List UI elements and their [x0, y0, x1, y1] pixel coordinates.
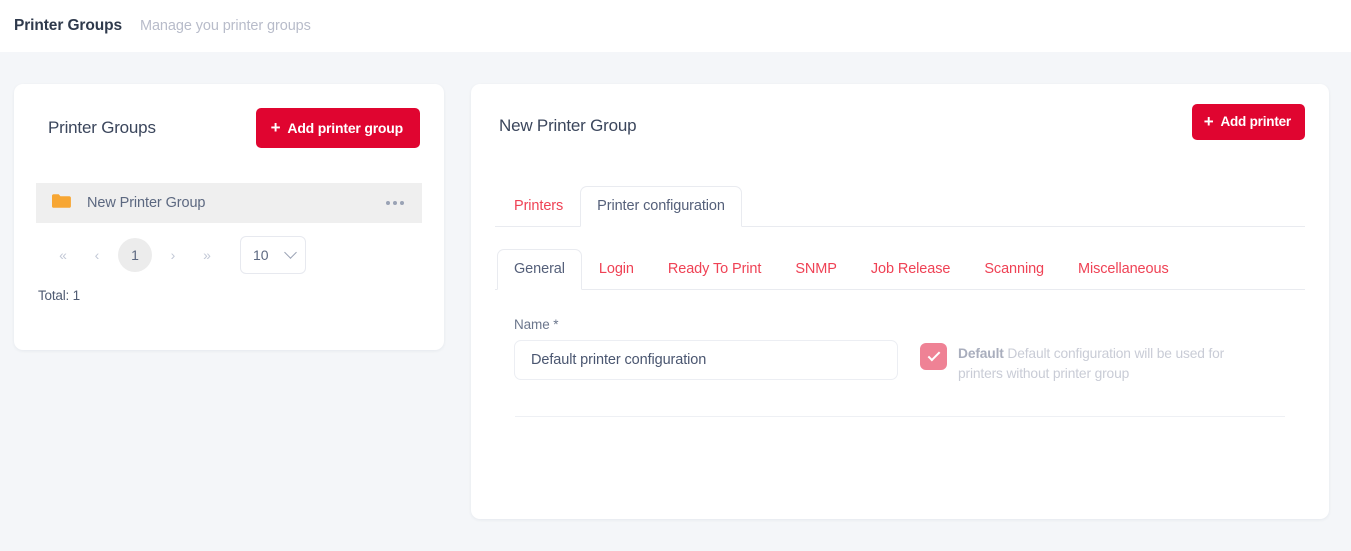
pagination-page-1[interactable]: 1: [118, 238, 152, 272]
pagination-first-button[interactable]: «: [46, 247, 80, 263]
page-size-select[interactable]: 10: [240, 236, 306, 274]
pagination-next-button[interactable]: ›: [156, 247, 190, 263]
check-icon: [927, 348, 940, 361]
pagination: « ‹ 1 › » 10: [36, 236, 422, 274]
pagination-prev-button[interactable]: ‹: [80, 247, 114, 263]
detail-card-header: New Printer Group + Add printer: [495, 104, 1305, 150]
printer-groups-card-header: Printer Groups + Add printer group: [36, 106, 422, 150]
printer-groups-card: Printer Groups + Add printer group New P…: [14, 84, 444, 350]
add-printer-group-button[interactable]: + Add printer group: [255, 108, 420, 148]
default-checkbox[interactable]: [920, 343, 947, 370]
chevron-down-icon: [284, 245, 297, 259]
name-field-group: Name *: [514, 317, 898, 380]
pagination-last-button[interactable]: »: [190, 247, 224, 263]
default-checkbox-label: Default: [958, 346, 1004, 361]
total-count-label: Total: 1: [38, 288, 80, 303]
add-printer-group-label: Add printer group: [287, 119, 403, 136]
default-checkbox-group: Default Default configuration will be us…: [920, 343, 1270, 384]
name-field-label: Name *: [514, 317, 559, 332]
subtab-job-release[interactable]: Job Release: [854, 249, 968, 290]
name-input[interactable]: [514, 340, 898, 380]
configuration-subtabs: General Login Ready To Print SNMP Job Re…: [495, 249, 1305, 290]
subtab-miscellaneous[interactable]: Miscellaneous: [1061, 249, 1186, 290]
add-printer-label: Add printer: [1220, 114, 1291, 129]
printer-group-detail-card: New Printer Group + Add printer Printers…: [471, 84, 1329, 519]
form-divider: [515, 416, 1285, 417]
subtab-ready-to-print[interactable]: Ready To Print: [651, 249, 778, 290]
printer-group-list: New Printer Group « ‹ 1 › » 10 Total: 1: [36, 183, 422, 303]
more-options-icon[interactable]: [386, 201, 404, 205]
page-title: Printer Groups: [14, 17, 122, 34]
general-form: Name * Default Default configuration wil…: [495, 317, 1305, 384]
subtab-general[interactable]: General: [497, 249, 582, 290]
tab-printers[interactable]: Printers: [497, 186, 580, 227]
main-content: Printer Groups + Add printer group New P…: [0, 52, 1351, 551]
page-size-value: 10: [253, 247, 269, 263]
plus-icon: +: [1203, 111, 1214, 131]
folder-icon: [52, 193, 71, 214]
page-subtitle: Manage you printer groups: [139, 18, 311, 34]
subtab-snmp[interactable]: SNMP: [778, 249, 854, 290]
tab-printer-configuration[interactable]: Printer configuration: [580, 186, 742, 227]
subtab-login[interactable]: Login: [582, 249, 651, 290]
plus-icon: +: [270, 117, 281, 137]
subtab-scanning[interactable]: Scanning: [967, 249, 1061, 290]
printer-group-name-title: New Printer Group: [499, 116, 637, 135]
detail-tabs: Printers Printer configuration: [495, 186, 1305, 227]
default-checkbox-text: Default Default configuration will be us…: [958, 343, 1270, 384]
add-printer-button[interactable]: + Add printer: [1191, 104, 1305, 140]
list-item[interactable]: New Printer Group: [36, 183, 422, 223]
printer-groups-title: Printer Groups: [48, 118, 156, 137]
page-header: Printer Groups Manage you printer groups: [0, 0, 1351, 52]
list-item-label: New Printer Group: [87, 195, 206, 211]
